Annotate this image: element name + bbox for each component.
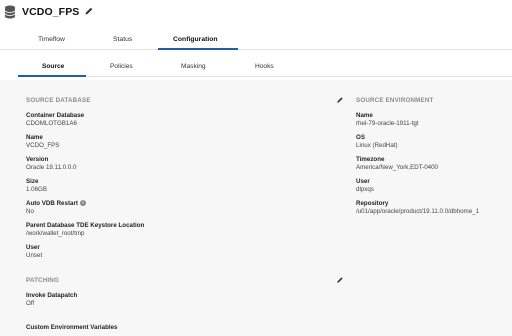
subtab-masking[interactable]: Masking [181, 63, 206, 70]
field-label: Version [26, 156, 49, 163]
field-value: /u01/app/oracle/product/19.11.0.0/dbhome… [356, 208, 480, 215]
field-value: Oracle 19.11.0.0.0 [26, 164, 77, 171]
field-label-text: Auto VDB Restart [26, 200, 78, 207]
field-value: rhel-79-oracle-1911-tgt [356, 120, 419, 127]
field-label: User [356, 178, 370, 185]
field-value: /work/wallet_root/tmp [26, 230, 85, 237]
field-value: Off [26, 300, 35, 307]
subtab-source[interactable]: Source [42, 63, 64, 70]
pencil-icon[interactable] [84, 6, 94, 16]
subtab-hooks[interactable]: Hooks [255, 63, 274, 70]
field-value: America/New_York,EDT-0400 [356, 164, 438, 171]
subtab-policies[interactable]: Policies [110, 63, 133, 70]
patching-title: PATCHING [26, 277, 59, 284]
field-value: dlpxqs [356, 186, 374, 193]
main-tabs: Timeflow Status Configuration [0, 28, 512, 50]
field-label: Repository [356, 200, 389, 207]
database-icon [4, 5, 16, 19]
edit-source-database-icon[interactable] [336, 96, 344, 104]
source-environment-title: SOURCE ENVIRONMENT [356, 97, 434, 104]
field-label: Container Database [26, 112, 85, 119]
info-icon[interactable]: i [79, 200, 86, 207]
source-database-title: SOURCE DATABASE [26, 97, 91, 104]
field-label: Parent Database TDE Keystore Location [26, 222, 145, 229]
field-label: OS [356, 134, 365, 141]
field-label: Timezone [356, 156, 385, 163]
custom-env-label: Custom Environment Variables [26, 324, 118, 331]
source-panel: SOURCE DATABASE Container Database CDOML… [0, 80, 512, 336]
field-label: Name [26, 134, 43, 141]
tab-status[interactable]: Status [113, 36, 132, 43]
header: VCDO_FPS [0, 0, 512, 28]
field-label: Name [356, 112, 373, 119]
page-title: VCDO_FPS [22, 6, 80, 18]
field-label: Size [26, 178, 39, 185]
field-value: CDOMLOTGB1A6 [26, 120, 77, 127]
field-value: Linux (RedHat) [356, 142, 398, 149]
sub-tabs: Source Policies Masking Hooks [18, 57, 512, 77]
edit-patching-icon[interactable] [336, 276, 344, 284]
active-subtab-indicator [18, 75, 86, 77]
field-value: VCDO_FPS [26, 142, 60, 149]
field-value: Unset [26, 252, 43, 259]
field-value: No [26, 208, 34, 215]
field-value: 1.06GB [26, 186, 47, 193]
field-label: Invoke Datapatch [26, 292, 78, 299]
auto-restart-label: Auto VDB Restart i [26, 200, 86, 207]
active-tab-indicator [158, 48, 238, 50]
field-label: User [26, 244, 40, 251]
tab-configuration[interactable]: Configuration [173, 36, 218, 43]
tab-timeflow[interactable]: Timeflow [38, 36, 65, 43]
